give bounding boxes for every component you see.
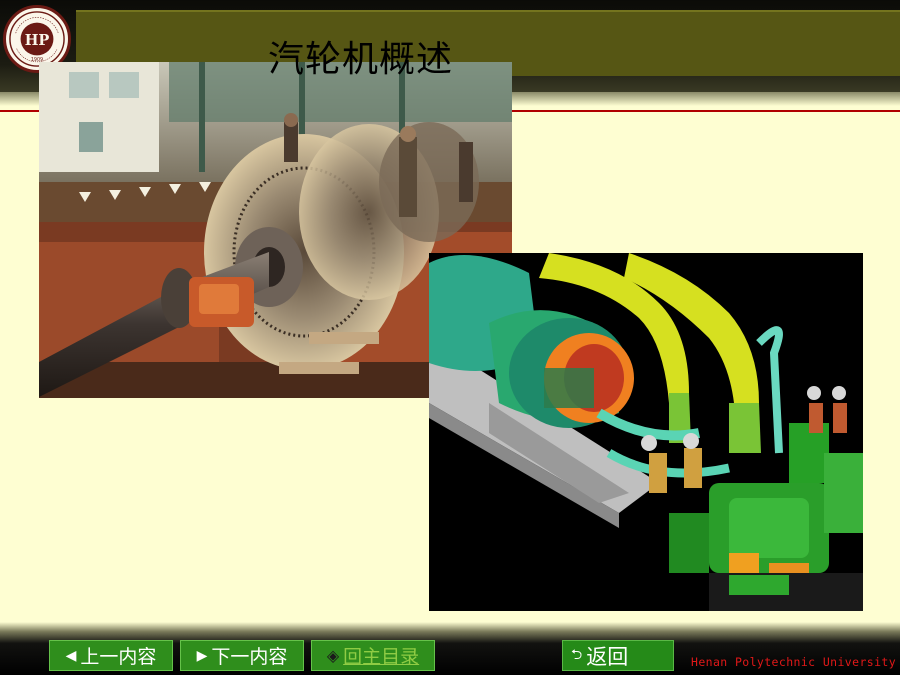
- previous-content-label: 上一内容: [80, 646, 157, 668]
- page-title: 汽轮机概述: [268, 39, 454, 80]
- footer-university-name: Henan Polytechnic University: [691, 655, 897, 669]
- turbine-3d-cad-render: [429, 253, 863, 611]
- return-arrow-icon: ⮌: [571, 646, 583, 663]
- triangle-left-icon: ◀: [65, 647, 77, 664]
- triangle-right-icon: ▶: [196, 647, 208, 664]
- back-label: 返回: [586, 644, 629, 669]
- svg-text:HP: HP: [25, 32, 50, 49]
- main-menu-label: 回主目录: [343, 646, 420, 668]
- main-menu-button[interactable]: ◈ 回主目录: [311, 640, 435, 671]
- diamond-icon: ◈: [326, 646, 340, 665]
- next-content-button[interactable]: ▶ 下一内容: [180, 640, 304, 671]
- previous-content-button[interactable]: ◀ 上一内容: [49, 640, 173, 671]
- next-content-label: 下一内容: [211, 646, 288, 668]
- back-button[interactable]: ⮌ 返回: [562, 640, 674, 671]
